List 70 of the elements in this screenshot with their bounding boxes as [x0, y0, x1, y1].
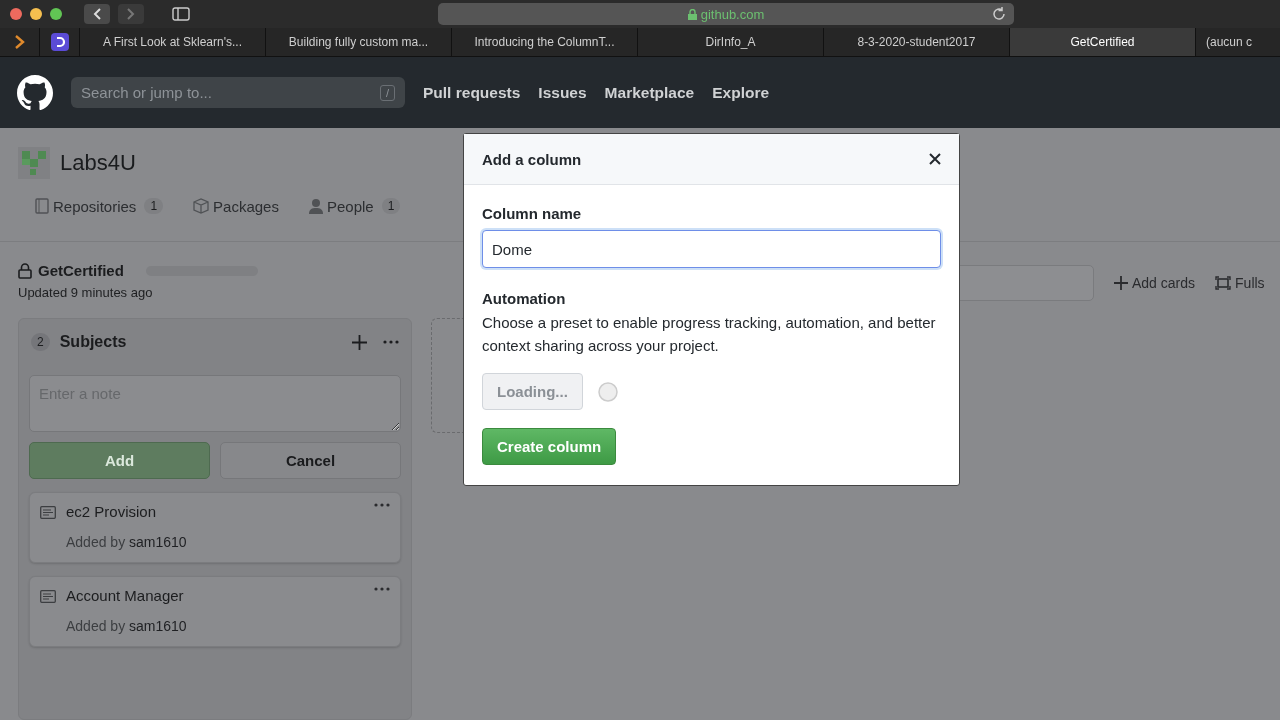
project-action-link[interactable]: Add cards [1114, 275, 1196, 291]
search-field[interactable]: Search or jump to... / [71, 77, 405, 108]
org-avatar-icon [18, 146, 50, 179]
fullscreen-icon [1215, 276, 1232, 290]
zoom-light[interactable] [50, 8, 62, 20]
person-icon [308, 198, 323, 214]
shortcut-key: / [379, 84, 395, 101]
lock-icon [687, 8, 697, 20]
app-icon [50, 33, 69, 51]
column-title: Subjects [59, 333, 128, 351]
note-card[interactable]: ec2 Provision Added by sam1610 [29, 492, 401, 563]
more-icon[interactable] [374, 587, 390, 591]
add-card-button[interactable] [352, 334, 367, 350]
close-icon[interactable] [929, 153, 941, 165]
spinner-icon [596, 380, 619, 403]
back-button[interactable] [84, 4, 110, 24]
nav-link[interactable]: Issues [538, 83, 587, 102]
chevron-icon [14, 35, 25, 49]
card-count: 2 [31, 333, 50, 351]
project-name: GetCertified [38, 262, 124, 279]
close-light[interactable] [10, 8, 22, 20]
browser-tab[interactable]: GetCertified [1010, 28, 1196, 56]
browser-tab[interactable] [0, 28, 40, 56]
nav-link[interactable]: Marketplace [604, 83, 695, 102]
browser-tab[interactable]: 8-3-2020-student2017 [824, 28, 1010, 56]
forward-button[interactable] [118, 4, 144, 24]
org-tab[interactable]: Repositories 1 [35, 194, 164, 218]
dialog-title: Add a column [482, 150, 582, 168]
forward-caret-icon [127, 8, 135, 20]
note-icon [40, 506, 56, 519]
browser-tab[interactable]: Introducing the ColumnT... [452, 28, 638, 56]
minimize-light[interactable] [30, 8, 42, 20]
plus-icon [1114, 276, 1128, 290]
sidebar-icon[interactable] [172, 7, 190, 21]
card-title: Account Manager [66, 587, 185, 604]
browser-tab[interactable]: DirInfo_A [638, 28, 824, 56]
note-icon [40, 590, 56, 603]
browser-tab[interactable]: A First Look at Sklearn's... [80, 28, 266, 56]
address-bar[interactable]: github.com [438, 3, 1014, 25]
card-meta: Added by sam1610 [66, 618, 188, 634]
cancel-button[interactable]: Cancel [220, 442, 401, 479]
org-tab[interactable]: People 1 [308, 194, 401, 218]
column-menu-button[interactable] [383, 340, 399, 344]
card-title: ec2 Provision [66, 503, 158, 520]
project-action-link[interactable]: Fulls [1215, 275, 1265, 291]
note-card[interactable]: Account Manager Added by sam1610 [29, 576, 401, 647]
github-logo-icon[interactable] [17, 74, 53, 111]
reload-icon[interactable] [992, 7, 1006, 21]
back-caret-icon [93, 8, 101, 20]
section-heading: Automation [482, 290, 567, 307]
nav-link[interactable]: Pull requests [423, 83, 521, 102]
book-icon [35, 198, 49, 214]
org-name: Labs4U [60, 149, 136, 176]
browser-tab[interactable]: Building fully custom ma... [266, 28, 452, 56]
tab-counter: 1 [144, 198, 164, 214]
more-icon[interactable] [374, 503, 390, 507]
tab-counter: 1 [381, 198, 401, 214]
browser-tab[interactable]: (aucun c [1196, 28, 1280, 56]
browser-tab[interactable] [40, 28, 80, 56]
org-tab[interactable]: Packages [193, 194, 279, 218]
box-icon [193, 198, 210, 214]
nav-link[interactable]: Explore [712, 83, 770, 102]
updated-text: Updated 9 minutes ago [18, 285, 153, 300]
url-text: github.com [700, 6, 765, 22]
field-label: Column name [482, 205, 583, 222]
automation-description: Choose a preset to enable progress tracking, automation, and better context sharing across your project. [482, 313, 937, 356]
lock-icon [18, 262, 32, 279]
card-meta: Added by sam1610 [66, 534, 188, 550]
create-column-button[interactable]: Create column [482, 428, 617, 465]
column-name-field[interactable]: Dome [482, 230, 941, 268]
